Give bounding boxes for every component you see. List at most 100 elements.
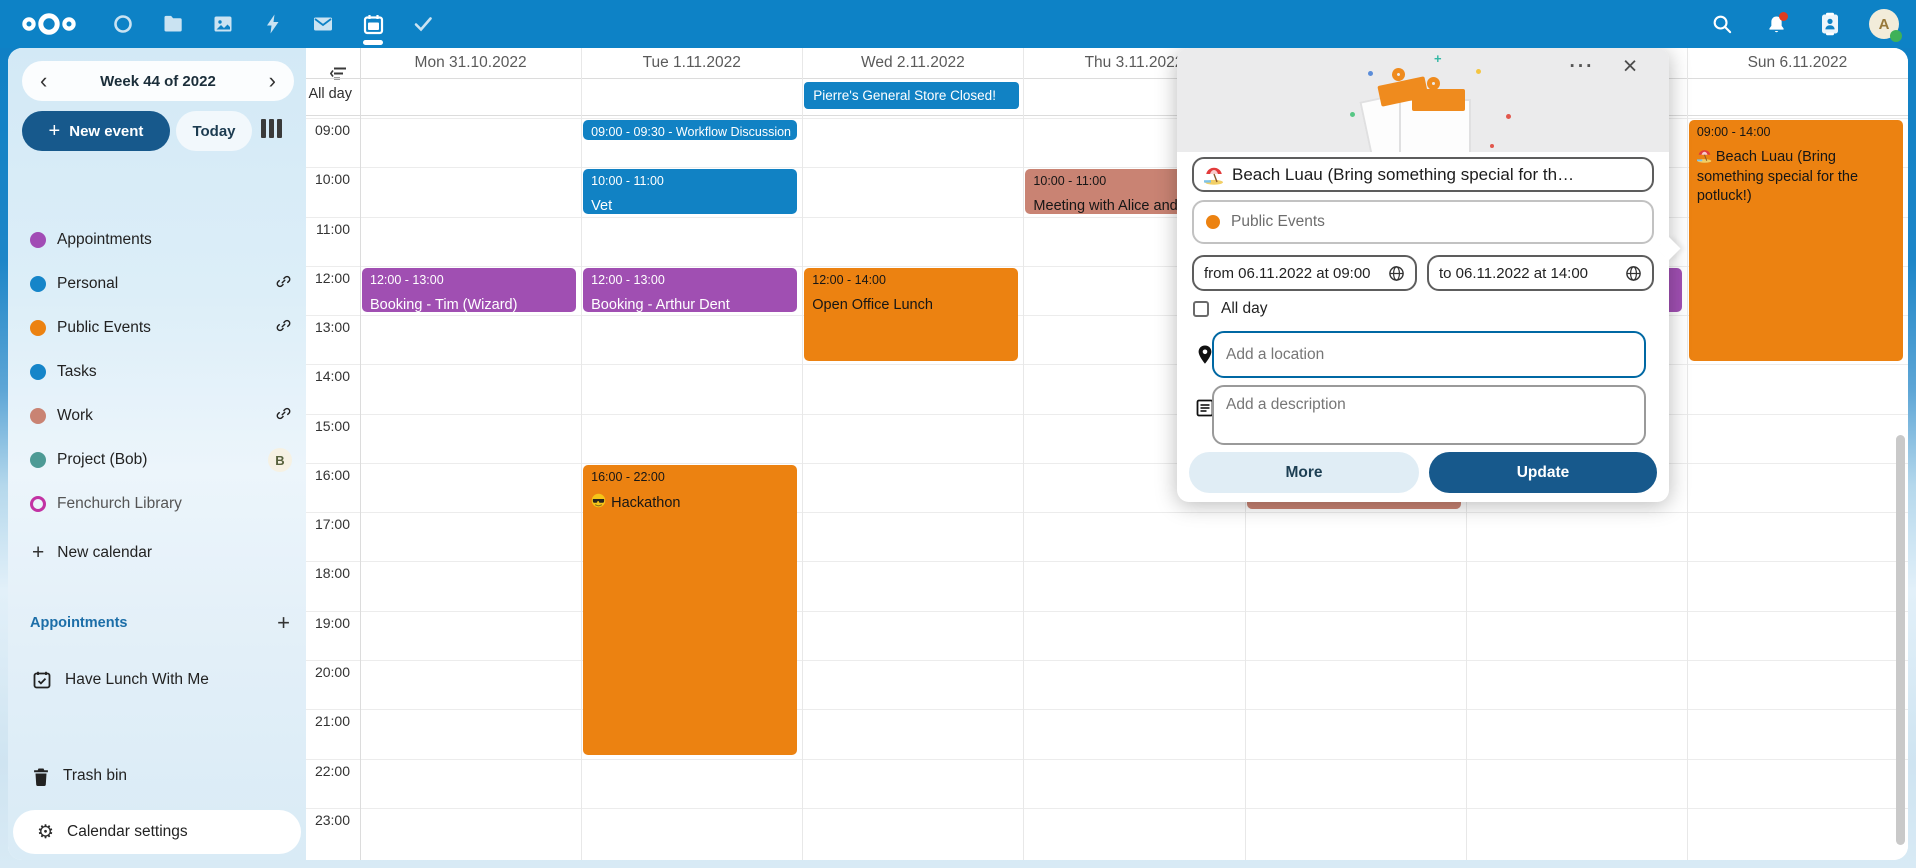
new-calendar-label: New calendar <box>57 544 152 562</box>
hour-label: 13:00 <box>306 319 350 335</box>
activity-app-icon[interactable] <box>248 0 298 48</box>
top-bar-right: A <box>1700 0 1906 48</box>
event-title-input[interactable]: Beach Luau (Bring something special for … <box>1192 157 1654 192</box>
new-event-button[interactable]: + New event <box>22 111 170 151</box>
next-week-button[interactable]: › <box>267 70 278 92</box>
gear-icon: ⚙ <box>37 821 54 844</box>
timezone-globe-icon[interactable] <box>1388 265 1405 282</box>
more-button[interactable]: More <box>1189 452 1419 493</box>
all-day-checkbox-label: All day <box>1221 300 1268 318</box>
event-time: 12:00 - 13:00 <box>591 273 789 287</box>
calendar-app-icon[interactable] <box>348 0 398 48</box>
calendar-color-dot <box>30 320 46 336</box>
update-button[interactable]: Update <box>1429 452 1657 493</box>
event-title-value: Beach Luau (Bring something special for … <box>1232 165 1574 185</box>
share-link-icon <box>275 273 292 295</box>
files-app-icon[interactable] <box>148 0 198 48</box>
event-title: Beach Luau (Bring something special for … <box>1697 148 1895 207</box>
online-status-dot <box>1890 30 1902 42</box>
tasks-app-icon[interactable] <box>398 0 448 48</box>
appointments-section-header: Appointments + <box>8 601 306 645</box>
nextcloud-logo-icon <box>18 11 80 37</box>
event-block[interactable]: 12:00 - 14:00Open Office Lunch <box>804 268 1018 362</box>
calendar-picker[interactable]: Public Events <box>1192 200 1654 244</box>
event-block[interactable]: 09:00 - 14:00Beach Luau (Bring something… <box>1689 120 1903 361</box>
end-date-input[interactable]: to 06.11.2022 at 14:00 <box>1427 255 1654 291</box>
hour-gridline <box>306 512 1908 513</box>
plus-icon: + <box>32 541 44 565</box>
sidebar-calendar-personal[interactable]: Personal <box>8 262 306 306</box>
timezone-globe-icon[interactable] <box>1625 265 1642 282</box>
sidebar-calendar-work[interactable]: Work <box>8 394 306 438</box>
event-block[interactable]: 09:00 - 09:30 - Workflow Discussion <box>583 120 797 140</box>
calendar-check-icon <box>32 670 52 690</box>
contacts-icon[interactable] <box>1808 0 1852 48</box>
calendar-label: Appointments <box>57 231 292 249</box>
event-title: Booking - Arthur Dent <box>591 296 789 312</box>
notifications-bell-icon[interactable] <box>1754 0 1798 48</box>
start-date-value: from 06.11.2022 at 09:00 <box>1204 265 1371 282</box>
event-title-text: Beach Luau (Bring something special for … <box>1697 149 1858 204</box>
sidebar-calendar-appointments[interactable]: Appointments <box>8 218 306 262</box>
sidebar-calendar-project-bob-[interactable]: Project (Bob)B <box>8 438 306 482</box>
day-header: Mon 31.10.2022 <box>360 48 581 78</box>
sidebar-calendar-fenchurch-library[interactable]: Fenchurch Library <box>8 482 306 526</box>
vertical-scrollbar[interactable] <box>1896 435 1905 845</box>
trash-bin-button[interactable]: Trash bin <box>8 754 306 798</box>
hour-label: 21:00 <box>306 713 350 729</box>
shared-by-badge: B <box>268 448 292 472</box>
hour-gridline <box>306 709 1908 710</box>
beach-emoji-icon <box>1697 149 1716 165</box>
new-event-label: New event <box>69 123 143 140</box>
column-gridline <box>360 48 361 860</box>
column-gridline <box>581 48 582 860</box>
hour-label: 09:00 <box>306 122 350 138</box>
avatar-letter: A <box>1879 16 1890 33</box>
notification-badge <box>1779 12 1788 21</box>
event-time: 09:00 - 09:30 - Workflow Discussion <box>591 125 789 139</box>
appointment-item[interactable]: Have Lunch With Me <box>8 658 306 702</box>
mail-app-icon[interactable] <box>298 0 348 48</box>
close-icon[interactable]: × <box>1615 52 1645 84</box>
hour-gridline <box>306 759 1908 760</box>
sidebar-calendar-public-events[interactable]: Public Events <box>8 306 306 350</box>
calendar-settings-button[interactable]: ⚙ Calendar settings <box>13 810 301 854</box>
share-link-icon <box>275 405 292 427</box>
allday-event[interactable]: Pierre's General Store Closed! <box>804 82 1019 109</box>
beach-umbrella-emoji-icon <box>1204 165 1224 185</box>
today-button[interactable]: Today <box>176 111 252 151</box>
calendar-label: Work <box>57 407 275 425</box>
all-day-checkbox[interactable]: All day <box>1193 300 1268 318</box>
calendar-color-dot <box>30 496 46 512</box>
event-block[interactable]: 12:00 - 13:00Booking - Tim (Wizard) <box>362 268 576 312</box>
photos-app-icon[interactable] <box>198 0 248 48</box>
event-block[interactable]: 12:00 - 13:00 Booking - Arthur Dent <box>583 268 797 312</box>
search-icon[interactable] <box>1700 0 1744 48</box>
start-date-input[interactable]: from 06.11.2022 at 09:00 <box>1192 255 1417 291</box>
event-title-text: Open Office Lunch <box>812 296 933 316</box>
user-avatar[interactable]: A <box>1862 0 1906 48</box>
calendar-picker-value: Public Events <box>1231 213 1325 231</box>
description-input[interactable] <box>1212 385 1646 445</box>
dashboard-app-icon[interactable] <box>98 0 148 48</box>
new-calendar-button[interactable]: + New calendar <box>8 531 306 575</box>
location-input[interactable] <box>1212 331 1646 378</box>
add-appointment-config-button[interactable]: + <box>277 610 290 636</box>
sunglasses-emoji-icon <box>591 493 606 515</box>
nextcloud-logo[interactable] <box>14 11 84 37</box>
event-title: Vet <box>591 197 789 213</box>
checkbox-box[interactable] <box>1193 301 1209 317</box>
week-view-icon[interactable] <box>261 119 282 138</box>
hour-label: 15:00 <box>306 418 350 434</box>
column-gridline <box>802 48 803 860</box>
calendar-color-dot <box>1206 215 1220 229</box>
previous-week-button[interactable]: ‹ <box>38 70 49 92</box>
sidebar-calendar-tasks[interactable]: Tasks <box>8 350 306 394</box>
day-header: Sun 6.11.2022 <box>1687 48 1908 78</box>
calendar-label: Public Events <box>57 319 275 337</box>
event-actions-menu-button[interactable]: ··· <box>1567 56 1597 82</box>
event-block[interactable]: 10:00 - 11:00Vet <box>583 169 797 213</box>
event-title-text: Booking - Arthur Dent <box>591 296 730 312</box>
event-block[interactable]: 16:00 - 22:00Hackathon <box>583 465 797 756</box>
calendar-color-dot <box>30 364 46 380</box>
